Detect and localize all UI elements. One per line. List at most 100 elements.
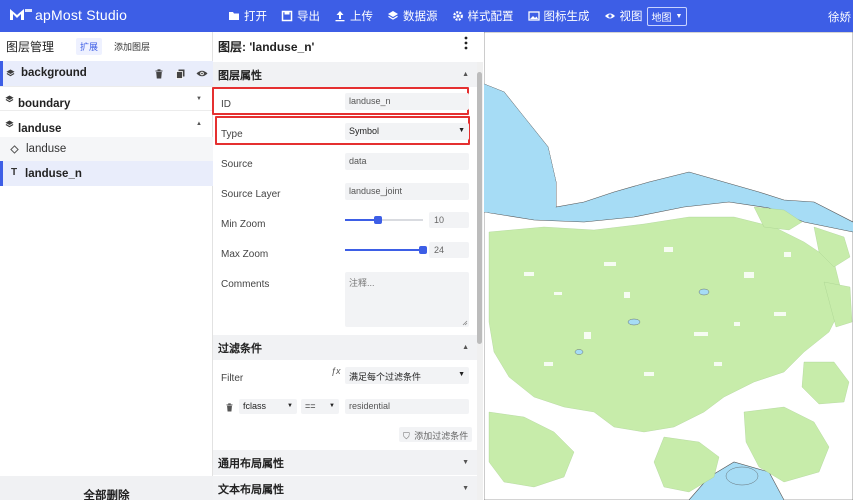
- layer-manager-header: 图层管理 扩展 添加图层: [0, 32, 212, 60]
- section-filter[interactable]: 过滤条件 ▲: [213, 335, 477, 360]
- panel-title: 图层: 'landuse_n': [218, 40, 315, 54]
- trash-icon[interactable]: [226, 403, 233, 412]
- section-title: 文本布局属性: [218, 483, 284, 496]
- sublayer-item-landuse-n[interactable]: T landuse_n: [0, 166, 213, 184]
- type-select[interactable]: Symbol ▼: [345, 123, 469, 140]
- fill-layer-icon: [10, 145, 19, 154]
- export-label: 导出: [297, 11, 320, 23]
- layer-name: landuse: [26, 143, 67, 155]
- chevron-down-icon: ▼: [675, 12, 683, 20]
- section-text-layout[interactable]: 文本布局属性 ▼: [213, 476, 477, 500]
- app-logo[interactable]: apMost Studio: [8, 6, 127, 24]
- section-layer-props[interactable]: 图层属性 ▲: [213, 62, 477, 87]
- chevron-down-icon: ▼: [458, 371, 465, 378]
- view-label: 视图: [619, 11, 643, 23]
- open-label: 打开: [244, 11, 267, 23]
- id-label: ID: [221, 99, 231, 110]
- filter-value-input[interactable]: residential: [345, 399, 469, 414]
- layer-group-icon: [5, 95, 14, 103]
- filter-icon: ⛉: [403, 431, 410, 441]
- min-zoom-slider-fill: [345, 219, 378, 221]
- function-icon[interactable]: ƒx: [331, 366, 341, 376]
- upload-icon: [335, 11, 345, 22]
- app-title: apMost Studio: [35, 7, 128, 23]
- tab-add-layer[interactable]: 添加图层: [110, 38, 154, 55]
- delete-all-button[interactable]: 全部删除: [0, 487, 213, 500]
- folder-open-icon: [229, 12, 239, 20]
- map-render[interactable]: [484, 32, 853, 500]
- scrollbar-thumb[interactable]: [477, 72, 482, 344]
- chevron-up-icon[interactable]: ▲: [196, 121, 202, 127]
- upload-label: 上传: [350, 11, 373, 23]
- save-icon: [281, 10, 293, 22]
- tab-expand[interactable]: 扩展: [76, 37, 103, 55]
- sublayer-item-landuse[interactable]: landuse: [0, 141, 213, 159]
- style-config-label: 样式配置: [467, 11, 514, 23]
- section-title: 图层属性: [218, 69, 262, 82]
- max-zoom-input[interactable]: 24: [429, 242, 469, 258]
- filter-label: Filter: [221, 373, 244, 384]
- image-icon: [527, 11, 540, 21]
- layer-name: landuse: [18, 123, 62, 135]
- type-label: Type: [221, 129, 243, 140]
- chevron-up-icon: ▲: [462, 71, 469, 78]
- datasource-button[interactable]: 数据源: [387, 8, 438, 24]
- view-select-value: 地图: [651, 12, 672, 24]
- filter-mode-select[interactable]: 满足每个过滤条件 ▼: [345, 367, 469, 384]
- layer-group-icon: [5, 120, 14, 128]
- view-button[interactable]: 视图: [604, 8, 643, 24]
- min-zoom-label: Min Zoom: [221, 219, 266, 230]
- comments-label: Comments: [221, 279, 270, 290]
- divider: [0, 86, 213, 87]
- chevron-down-icon[interactable]: ▼: [196, 96, 202, 102]
- layer-item-boundary[interactable]: boundary ▼: [0, 93, 213, 111]
- open-button[interactable]: 打开: [228, 8, 267, 24]
- eye-icon: [604, 13, 615, 19]
- chevron-down-icon: ▼: [287, 403, 293, 409]
- layers-icon: [388, 11, 398, 20]
- source-label: Source: [221, 159, 253, 170]
- more-vertical-icon[interactable]: [463, 36, 469, 50]
- filter-field-select[interactable]: fclass ▼: [239, 399, 297, 414]
- filter-field-value: fclass: [243, 401, 267, 411]
- min-zoom-input[interactable]: 10: [429, 212, 469, 228]
- section-title: 通用布局属性: [218, 457, 284, 470]
- max-zoom-slider-handle[interactable]: [419, 246, 427, 254]
- upload-button[interactable]: 上传: [334, 8, 373, 24]
- user-name[interactable]: 徐娇: [828, 9, 851, 25]
- resize-handle-icon[interactable]: [462, 320, 468, 326]
- chevron-up-icon: ▲: [462, 344, 469, 351]
- filter-operator-value: ==: [305, 401, 316, 411]
- layer-item-landuse-group[interactable]: landuse ▲: [0, 118, 213, 136]
- source-layer-input[interactable]: landuse_joint: [345, 183, 469, 200]
- export-button[interactable]: 导出: [281, 8, 320, 24]
- layer-item-background[interactable]: background: [0, 65, 213, 83]
- view-select[interactable]: 地图 ▼: [646, 6, 688, 26]
- min-zoom-slider-handle[interactable]: [373, 216, 382, 224]
- id-input[interactable]: landuse_n: [345, 93, 469, 110]
- trash-icon[interactable]: [155, 69, 163, 79]
- eye-icon[interactable]: [196, 69, 208, 78]
- icon-gen-button[interactable]: 图标生成: [527, 8, 590, 24]
- map-canvas[interactable]: [484, 32, 853, 500]
- source-input[interactable]: data: [345, 153, 469, 170]
- source-layer-label: Source Layer: [221, 189, 281, 200]
- copy-icon[interactable]: [176, 69, 185, 79]
- icon-gen-label: 图标生成: [543, 11, 590, 23]
- layer-name: background: [21, 67, 87, 79]
- toolbar-menu: 打开 导出 上传 数据源 样式配置 图标生成 视图 地图 ▼: [228, 0, 688, 32]
- chevron-down-icon: ▼: [462, 485, 469, 492]
- add-filter-label: 添加过滤条件: [414, 431, 469, 441]
- layer-name: landuse_n: [25, 168, 82, 180]
- comments-textarea[interactable]: 注释...: [345, 272, 469, 327]
- style-config-button[interactable]: 样式配置: [452, 8, 514, 24]
- add-filter-button[interactable]: ⛉ 添加过滤条件: [399, 427, 473, 442]
- gear-icon: [452, 11, 463, 21]
- layer-properties-panel: 图层: 'landuse_n' 图层属性 ▲ ID landuse_n Type…: [212, 32, 484, 500]
- max-zoom-label: Max Zoom: [221, 249, 269, 260]
- section-layout[interactable]: 通用布局属性 ▼: [213, 450, 477, 475]
- mapmost-logo-icon: [10, 9, 32, 20]
- filter-operator-select[interactable]: == ▼: [301, 399, 339, 414]
- top-bar: apMost Studio 打开 导出 上传 数据源 样式配置 图标生成 视图 …: [0, 0, 853, 32]
- layer-name: boundary: [18, 98, 71, 110]
